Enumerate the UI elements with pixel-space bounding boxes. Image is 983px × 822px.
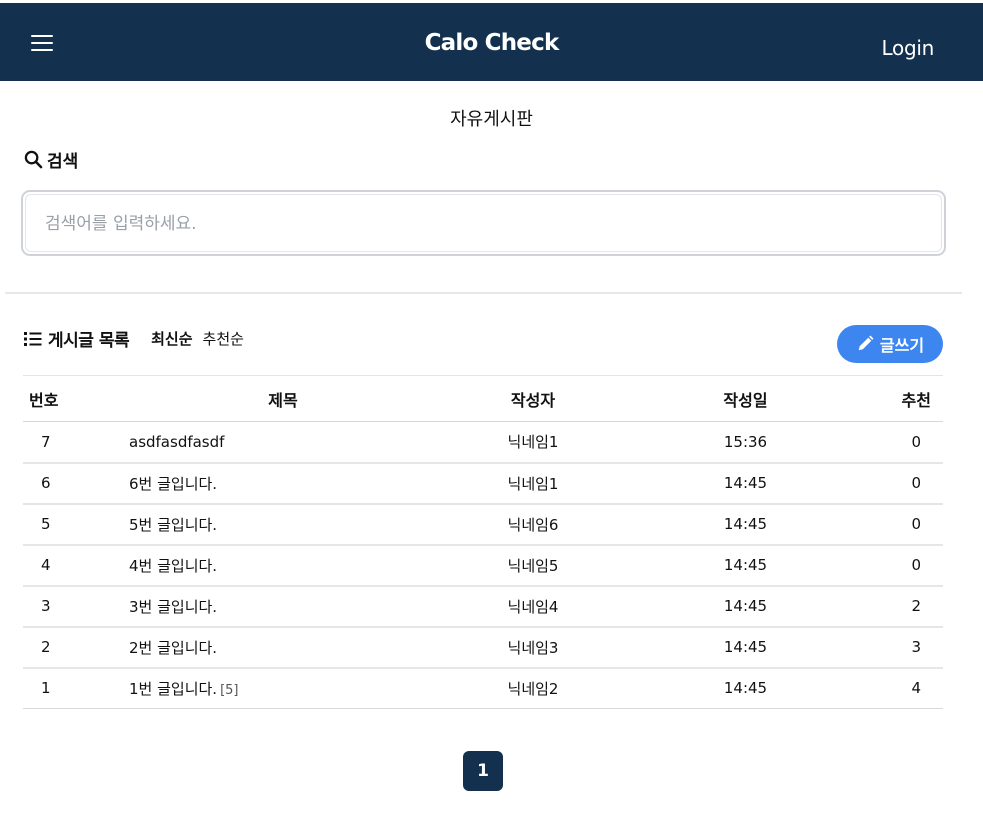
table-header: 번호 제목 작성자 작성일 추천	[23, 375, 943, 422]
cell-no: 5	[41, 515, 51, 533]
write-button[interactable]: 글쓰기	[837, 325, 943, 363]
post-title-link[interactable]: asdfasdfasdf	[129, 433, 224, 451]
navbar: Calo Check Login	[0, 0, 983, 81]
list-header: 게시글 목록 최신순 추천순	[24, 326, 244, 351]
cell-author: 닉네임5	[507, 556, 559, 575]
table-row[interactable]: 3 3번 글입니다. 닉네임4 14:45 2	[23, 586, 943, 627]
cell-author: 닉네임2	[507, 679, 559, 698]
cell-no: 6	[41, 474, 51, 492]
cell-date: 14:45	[723, 515, 768, 533]
list-icon	[24, 331, 42, 346]
cell-author: 닉네임1	[507, 433, 559, 452]
search-section-label: 검색	[24, 147, 78, 172]
cell-date: 14:45	[723, 638, 768, 656]
comment-count: [5]	[220, 682, 239, 698]
cell-date: 14:45	[723, 597, 768, 615]
header-author: 작성자	[510, 390, 556, 410]
post-title-link[interactable]: 2번 글입니다.	[129, 639, 217, 657]
search-label-text: 검색	[47, 152, 79, 172]
pencil-icon	[858, 335, 874, 351]
header-recommend: 추천	[901, 390, 931, 410]
cell-date: 14:45	[723, 679, 768, 698]
sort-recommend[interactable]: 추천순	[203, 328, 244, 349]
post-table: 번호 제목 작성자 작성일 추천 7 asdfasdfasdf 닉네임1 15:…	[23, 375, 943, 709]
header-no: 번호	[29, 390, 59, 410]
login-link[interactable]: Login	[882, 36, 935, 60]
table-row[interactable]: 2 2번 글입니다. 닉네임3 14:45 3	[23, 627, 943, 668]
cell-recommend: 3	[911, 638, 921, 656]
cell-title[interactable]: 4번 글입니다.	[123, 545, 443, 586]
table-body: 7 asdfasdfasdf 닉네임1 15:36 0 6 6번 글입니다. 닉…	[23, 422, 943, 709]
cell-author: 닉네임1	[507, 474, 559, 493]
cell-recommend: 0	[911, 432, 921, 451]
cell-recommend: 2	[911, 597, 921, 615]
cell-title[interactable]: 3번 글입니다.	[123, 586, 443, 627]
cell-recommend: 0	[911, 474, 921, 492]
cell-title[interactable]: asdfasdfasdf	[123, 422, 443, 463]
brand-logo[interactable]: Calo Check	[0, 30, 983, 56]
table-row[interactable]: 5 5번 글입니다. 닉네임6 14:45 0	[23, 504, 943, 545]
cell-recommend: 0	[911, 556, 921, 574]
cell-title[interactable]: 2번 글입니다.	[123, 627, 443, 668]
header-date: 작성일	[723, 390, 768, 410]
table-row[interactable]: 6 6번 글입니다. 닉네임1 14:45 0	[23, 463, 943, 504]
cell-no: 1	[41, 679, 51, 698]
cell-date: 14:45	[723, 474, 768, 492]
cell-author: 닉네임6	[507, 515, 559, 534]
cell-no: 7	[41, 432, 51, 451]
cell-author: 닉네임4	[507, 597, 559, 616]
cell-date: 14:45	[723, 556, 768, 574]
table-row[interactable]: 4 4번 글입니다. 닉네임5 14:45 0	[23, 545, 943, 586]
cell-recommend: 0	[911, 515, 921, 533]
page-button-current[interactable]: 1	[463, 751, 503, 791]
post-title-link[interactable]: 4번 글입니다.	[129, 557, 217, 575]
search-box	[21, 190, 946, 256]
table-header-row: 번호 제목 작성자 작성일 추천	[23, 375, 943, 422]
cell-date: 15:36	[723, 432, 768, 451]
cell-author: 닉네임3	[507, 638, 559, 657]
header-title: 제목	[268, 390, 298, 410]
cell-recommend: 4	[911, 679, 921, 698]
post-title-link[interactable]: 1번 글입니다.	[129, 680, 217, 698]
list-title: 게시글 목록	[48, 331, 130, 351]
cell-no: 4	[41, 556, 51, 574]
search-input[interactable]	[45, 210, 925, 238]
cell-title[interactable]: 6번 글입니다.	[123, 463, 443, 504]
search-icon	[24, 150, 43, 169]
section-divider	[5, 292, 962, 294]
table-row[interactable]: 7 asdfasdfasdf 닉네임1 15:36 0	[23, 422, 943, 463]
cell-title[interactable]: 1번 글입니다. [5]	[123, 668, 443, 709]
cell-no: 3	[41, 597, 51, 615]
cell-no: 2	[41, 638, 51, 656]
cell-title[interactable]: 5번 글입니다.	[123, 504, 443, 545]
page-title: 자유게시판	[450, 109, 533, 130]
write-button-label: 글쓰기	[879, 336, 925, 355]
post-title-link[interactable]: 3번 글입니다.	[129, 598, 217, 616]
sort-latest[interactable]: 최신순	[151, 328, 192, 349]
table-row[interactable]: 1 1번 글입니다. [5] 닉네임2 14:45 4	[23, 668, 943, 709]
post-title-link[interactable]: 5번 글입니다.	[129, 516, 217, 534]
post-title-link[interactable]: 6번 글입니다.	[129, 475, 217, 493]
